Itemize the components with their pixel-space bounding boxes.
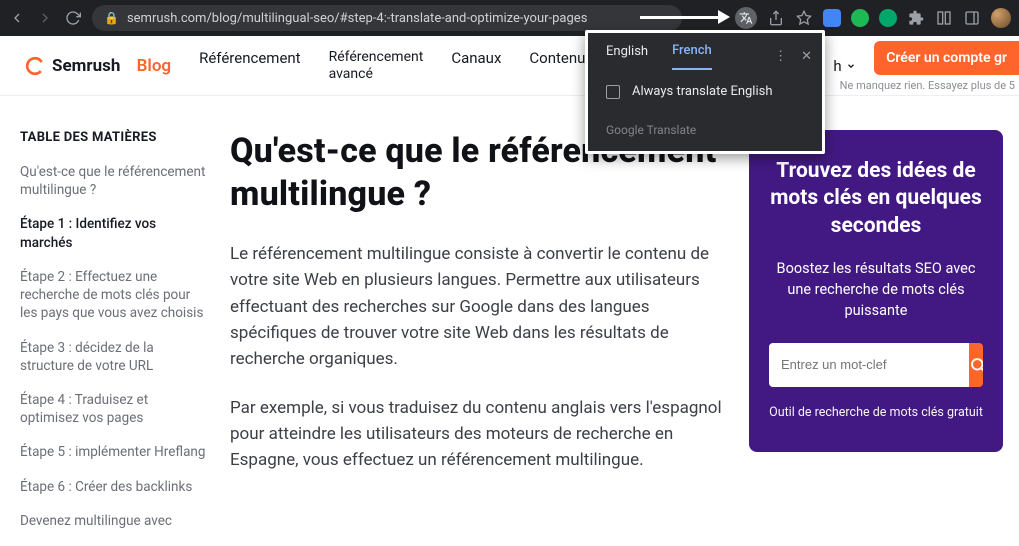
article-paragraph: Par exemple, si vous traduisez du conten… xyxy=(230,395,725,474)
star-icon[interactable] xyxy=(795,9,813,27)
url-text: semrush.com/blog/multilingual-seo/#step-… xyxy=(127,11,587,26)
logo[interactable]: Semrush Blog xyxy=(24,55,171,77)
nav-canaux[interactable]: Canaux xyxy=(451,49,501,81)
nav-referencement[interactable]: Référencement xyxy=(199,49,300,81)
translate-footer: Google Translate xyxy=(588,113,822,151)
toc-title: TABLE DES MATIÈRES xyxy=(20,130,206,145)
keyword-input[interactable] xyxy=(769,343,969,387)
promo-search xyxy=(769,343,983,387)
toc-item[interactable]: Étape 3 : décidez de la structure de vot… xyxy=(20,339,206,375)
promo-heading: Trouvez des idées de mots clés en quelqu… xyxy=(769,158,983,240)
back-icon[interactable] xyxy=(8,9,26,27)
profile-avatar[interactable] xyxy=(991,8,1011,28)
browser-toolbar: 🔒 semrush.com/blog/multilingual-seo/#ste… xyxy=(0,0,1019,36)
toc-item[interactable]: Étape 6 : Créer des backlinks xyxy=(20,478,206,496)
close-icon[interactable]: ✕ xyxy=(801,49,812,64)
article-paragraph: Le référencement multilingue consiste à … xyxy=(230,241,725,373)
nav-contenu[interactable]: Contenu xyxy=(529,49,585,81)
browser-actions xyxy=(735,7,1011,29)
article: Qu'est-ce que le référencement multiling… xyxy=(230,130,725,546)
extension-icon[interactable] xyxy=(879,9,897,27)
table-of-contents: TABLE DES MATIÈRES Qu'est-ce que le réfé… xyxy=(20,130,206,546)
address-bar[interactable]: 🔒 semrush.com/blog/multilingual-seo/#ste… xyxy=(92,5,682,31)
share-icon[interactable] xyxy=(767,9,785,27)
nav-referencement-avance[interactable]: Référencement avancé xyxy=(329,49,424,81)
page-body: TABLE DES MATIÈRES Qu'est-ce que le réfé… xyxy=(0,96,1019,546)
toc-item[interactable]: Étape 5 : implémenter Hreflang xyxy=(20,443,206,461)
logo-brand: Semrush xyxy=(52,56,120,76)
translate-tab-french[interactable]: French xyxy=(672,43,712,70)
always-translate-checkbox[interactable] xyxy=(606,85,620,99)
forward-icon[interactable] xyxy=(36,9,54,27)
toc-item[interactable]: Qu'est-ce que le référencement multiling… xyxy=(20,163,206,199)
translate-popup: English French ⋮ ✕ Always translate Engl… xyxy=(585,30,825,154)
extensions-icon[interactable] xyxy=(907,9,925,27)
lock-icon: 🔒 xyxy=(104,11,119,25)
main-nav: Référencement Référencement avancé Canau… xyxy=(199,49,585,81)
extension-icon[interactable] xyxy=(851,9,869,27)
sidepanel-icon[interactable] xyxy=(963,9,981,27)
toc-item[interactable]: Devenez multilingue avec xyxy=(20,512,206,530)
promo-text: Boostez les résultats SEO avec une reche… xyxy=(769,258,983,321)
reload-icon[interactable] xyxy=(64,9,82,27)
annotation-arrow xyxy=(640,12,730,22)
toc-item[interactable]: Étape 4 : Traduisez et optimisez vos pag… xyxy=(20,391,206,427)
keyword-search-button[interactable] xyxy=(969,343,983,387)
site-header: Semrush Blog Référencement Référencement… xyxy=(0,36,1019,96)
logo-icon xyxy=(24,55,46,77)
promo-card: Trouvez des idées de mots clés en quelqu… xyxy=(749,130,1003,452)
always-translate-label: Always translate English xyxy=(632,84,773,99)
header-subnote: Ne manquez rien. Essayez plus de 5 xyxy=(840,79,1019,92)
kebab-icon[interactable]: ⋮ xyxy=(774,49,787,64)
translate-tab-english[interactable]: English xyxy=(606,44,648,69)
extension-icon[interactable] xyxy=(823,9,841,27)
toc-item[interactable]: Étape 2 : Effectuez une recherche de mot… xyxy=(20,268,206,323)
search-icon xyxy=(969,356,983,374)
toc-item[interactable]: Étape 1 : Identifiez vos marchés xyxy=(20,215,206,251)
logo-blog: Blog xyxy=(137,56,172,76)
promo-footer: Outil de recherche de mots clés gratuit xyxy=(769,405,983,420)
translate-icon[interactable] xyxy=(735,7,757,29)
create-account-button[interactable]: Créer un compte gr xyxy=(874,41,1019,75)
bookmarks-icon[interactable] xyxy=(935,9,953,27)
